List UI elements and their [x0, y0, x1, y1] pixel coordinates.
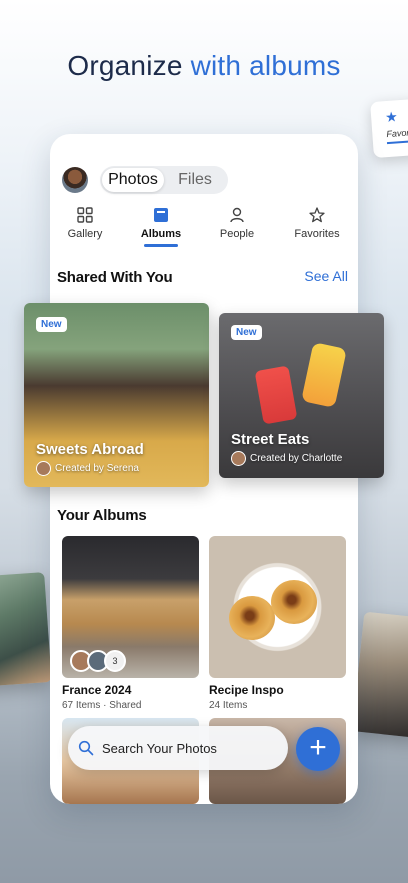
- favorites-preview-label: Favor: [386, 127, 408, 140]
- tab-people[interactable]: People: [202, 206, 272, 240]
- album-name-france: France 2024: [62, 683, 132, 697]
- favorites-preview-card: ★ Favor: [370, 97, 408, 159]
- tab-bar: Gallery Albums People Favorites: [50, 206, 358, 247]
- tab-people-label: People: [219, 228, 255, 240]
- shared-album-creator-text: Created by Charlotte: [250, 453, 343, 464]
- album-meta-recipe: 24 Items: [209, 700, 248, 711]
- album-icon: [154, 208, 168, 222]
- search-bar[interactable]: Search Your Photos: [68, 726, 288, 770]
- popsicle-image: [254, 365, 298, 425]
- tab-albums-label: Albums: [140, 228, 182, 240]
- search-icon: [78, 740, 94, 756]
- shared-album-creator-text: Created by Serena: [55, 463, 139, 474]
- star-icon: ★: [384, 108, 399, 126]
- headline-text: Organize: [67, 50, 191, 81]
- decorative-photo-right: [351, 611, 408, 739]
- new-badge: New: [231, 325, 262, 340]
- profile-avatar[interactable]: [62, 167, 88, 193]
- photos-files-toggle: Photos Files: [100, 166, 228, 194]
- popsicle-image: [301, 342, 347, 408]
- new-badge: New: [36, 317, 67, 332]
- shared-album-creator: Created by Charlotte: [231, 451, 342, 466]
- add-button[interactable]: +: [296, 727, 340, 771]
- album-members: 3: [70, 650, 126, 672]
- your-albums-title: Your Albums: [57, 507, 147, 524]
- creator-avatar: [231, 451, 246, 466]
- tart-image: [271, 580, 317, 624]
- tab-favorites-label: Favorites: [294, 228, 340, 240]
- tab-albums[interactable]: Albums: [126, 206, 196, 247]
- album-name-recipe: Recipe Inspo: [209, 683, 284, 697]
- shared-album-title: Street Eats: [231, 431, 310, 448]
- album-meta-france: 67 Items · Shared: [62, 700, 142, 711]
- active-tab-indicator: [144, 244, 178, 247]
- decorative-photo-left: [0, 572, 52, 688]
- tart-image: [229, 596, 275, 640]
- shared-with-you-title: Shared With You: [57, 269, 173, 286]
- favorites-preview-underline: [386, 139, 408, 145]
- see-all-link[interactable]: See All: [304, 268, 348, 284]
- headline-accent: with albums: [190, 50, 341, 81]
- shared-album-title: Sweets Abroad: [36, 441, 144, 458]
- creator-avatar: [36, 461, 51, 476]
- member-count-badge: 3: [104, 650, 126, 672]
- album-thumbnail-recipe[interactable]: [209, 536, 346, 678]
- tab-favorites[interactable]: Favorites: [282, 206, 352, 240]
- shared-album-card-sweets[interactable]: New Sweets Abroad Created by Serena: [24, 303, 209, 487]
- files-toggle-button[interactable]: Files: [164, 168, 226, 192]
- tab-gallery[interactable]: Gallery: [50, 206, 120, 240]
- shared-album-creator: Created by Serena: [36, 461, 139, 476]
- tab-gallery-label: Gallery: [67, 228, 103, 240]
- grid-icon: [77, 207, 93, 223]
- search-placeholder: Search Your Photos: [102, 740, 217, 756]
- person-icon: [230, 207, 244, 223]
- star-icon: [309, 207, 325, 223]
- headline: Organize with albums: [0, 50, 408, 82]
- shared-album-card-street-eats[interactable]: New Street Eats Created by Charlotte: [219, 313, 384, 478]
- photos-toggle-button[interactable]: Photos: [102, 168, 164, 192]
